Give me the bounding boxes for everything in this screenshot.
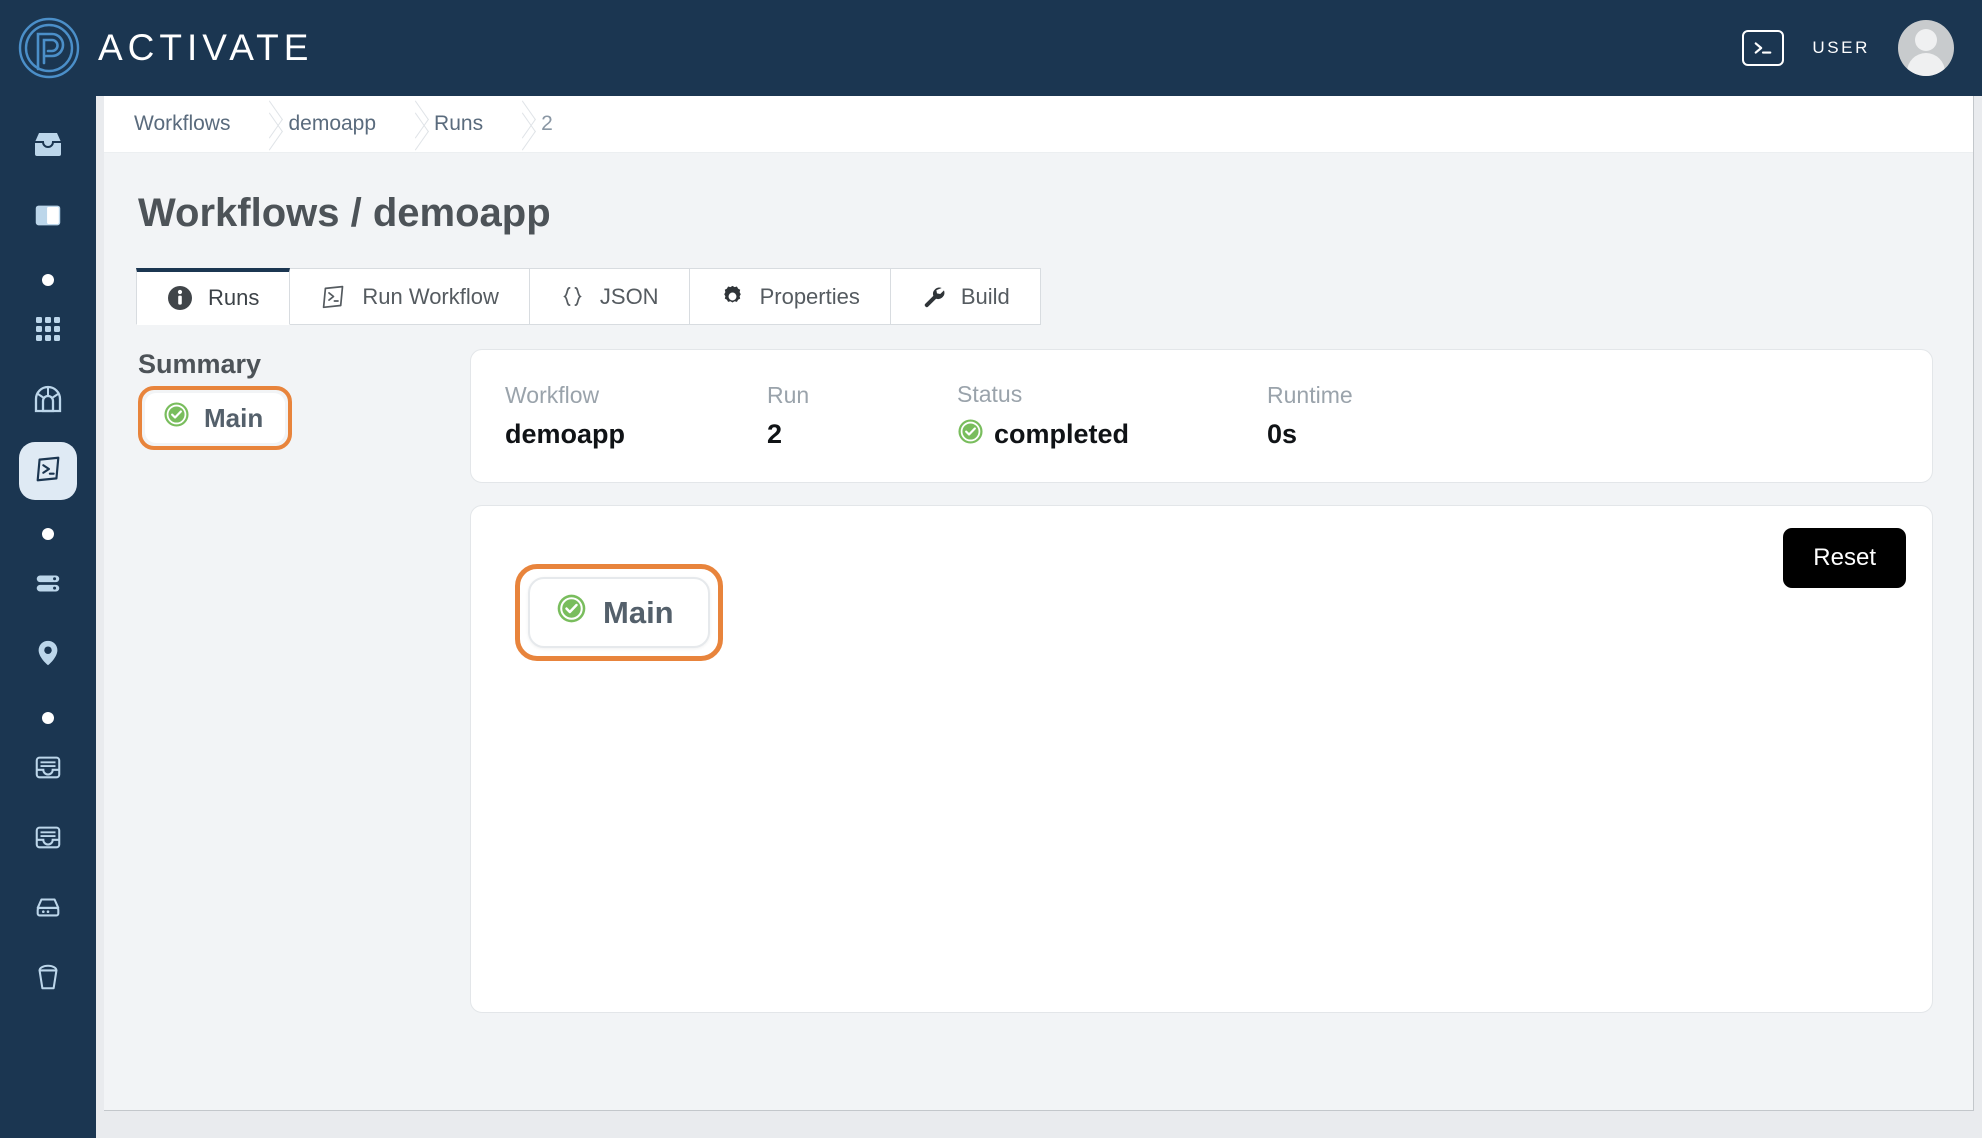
chevron-right-icon bbox=[256, 96, 282, 153]
archive-box-icon bbox=[33, 822, 63, 857]
tab-label: Properties bbox=[759, 283, 860, 309]
breadcrumb-item-workflows[interactable]: Workflows bbox=[128, 112, 256, 136]
tab-label: Run Workflow bbox=[362, 283, 499, 309]
inbox-icon bbox=[31, 128, 65, 167]
sidebar bbox=[0, 96, 96, 1138]
braces-icon bbox=[560, 284, 585, 309]
chevron-right-icon bbox=[509, 96, 535, 153]
grid-apps-icon bbox=[33, 314, 63, 349]
tab-run-workflow[interactable]: Run Workflow bbox=[290, 268, 530, 325]
chevron-right-icon bbox=[402, 96, 428, 153]
workflow-graph-card: Reset Main bbox=[470, 505, 1933, 1013]
runtime-field: Runtime 0s bbox=[1267, 382, 1353, 450]
content-area: Workflows demoapp Runs 2 Workflows / dem… bbox=[96, 96, 1982, 1138]
check-circle-icon bbox=[163, 401, 190, 435]
breadcrumb-item-runs[interactable]: Runs bbox=[428, 112, 509, 136]
main-panel: Workflows demoapp Runs 2 Workflows / dem… bbox=[104, 96, 1974, 1111]
run-label: Run bbox=[767, 382, 810, 408]
sidebar-item-bucket[interactable] bbox=[19, 950, 77, 1008]
tab-bar: Runs Run Workflow JSON Properties Build bbox=[136, 268, 1973, 325]
tab-json[interactable]: JSON bbox=[529, 268, 690, 325]
tab-label: JSON bbox=[599, 283, 659, 309]
info-circle-icon bbox=[167, 285, 193, 311]
user-label[interactable]: USER bbox=[1812, 38, 1870, 58]
run-detail-column: Workflow demoapp Run 2 Status completed … bbox=[470, 349, 1973, 1013]
graph-node-main[interactable]: Main bbox=[528, 577, 710, 648]
sidebar-item-inbox[interactable] bbox=[19, 118, 77, 176]
sidebar-item-panel[interactable] bbox=[19, 188, 77, 246]
graph-node-label: Main bbox=[603, 594, 674, 630]
tab-runs[interactable]: Runs bbox=[136, 268, 291, 325]
tab-label: Runs bbox=[208, 285, 260, 310]
workflow-value: demoapp bbox=[505, 419, 626, 449]
sidebar-item-archive-2[interactable] bbox=[19, 810, 77, 868]
status-value: completed bbox=[994, 419, 1130, 449]
sidebar-separator-dot bbox=[19, 696, 77, 740]
tab-build[interactable]: Build bbox=[890, 268, 1041, 325]
drive-icon bbox=[33, 892, 63, 927]
sidebar-item-location[interactable] bbox=[19, 626, 77, 684]
sidebar-item-tunnel[interactable] bbox=[19, 372, 77, 430]
status-label: Status bbox=[957, 380, 1023, 407]
runs-body: Summary Main Workflow demoapp Run 2 Stat… bbox=[104, 349, 1973, 1013]
run-value: 2 bbox=[767, 419, 783, 449]
sidebar-panel-icon bbox=[32, 199, 64, 236]
runtime-value: 0s bbox=[1267, 419, 1298, 449]
wrench-icon bbox=[921, 284, 946, 309]
server-icon bbox=[33, 568, 63, 603]
gear-icon bbox=[720, 284, 745, 309]
archive-box-icon bbox=[33, 752, 63, 787]
activate-spiral-logo bbox=[18, 17, 80, 79]
sidebar-item-drive[interactable] bbox=[19, 880, 77, 938]
top-bar: ACTIVATE USER bbox=[0, 0, 1982, 96]
breadcrumb: Workflows demoapp Runs 2 bbox=[104, 96, 1973, 153]
runtime-label: Runtime bbox=[1267, 382, 1353, 408]
summary-panel: Summary Main bbox=[120, 349, 470, 1013]
sidebar-item-apps[interactable] bbox=[19, 302, 77, 360]
summary-node-label: Main bbox=[204, 402, 264, 433]
page-title: Workflows / demoapp bbox=[138, 191, 551, 235]
check-circle-icon bbox=[556, 593, 587, 632]
run-info-card: Workflow demoapp Run 2 Status completed … bbox=[470, 349, 1933, 483]
summary-title: Summary bbox=[138, 349, 262, 379]
sidebar-item-server[interactable] bbox=[19, 556, 77, 614]
tunnel-icon bbox=[32, 383, 64, 420]
brand-name: ACTIVATE bbox=[98, 27, 314, 68]
workflow-field: Workflow demoapp bbox=[505, 382, 767, 450]
summary-node-highlight: Main bbox=[138, 386, 293, 450]
breadcrumb-item-demoapp[interactable]: demoapp bbox=[282, 112, 402, 136]
breadcrumb-item-run-number[interactable]: 2 bbox=[535, 112, 579, 136]
status-field: Status completed bbox=[957, 381, 1267, 452]
tab-properties[interactable]: Properties bbox=[689, 268, 891, 325]
sidebar-separator-dot bbox=[19, 258, 77, 302]
status-badge: completed bbox=[957, 418, 1267, 452]
avatar[interactable] bbox=[1898, 20, 1954, 76]
terminal-icon bbox=[320, 283, 347, 310]
brand[interactable]: ACTIVATE bbox=[18, 17, 313, 79]
sidebar-item-archive-1[interactable] bbox=[19, 740, 77, 798]
workflow-label: Workflow bbox=[505, 382, 600, 408]
reset-button[interactable]: Reset bbox=[1783, 528, 1906, 588]
sidebar-item-terminal[interactable] bbox=[19, 442, 77, 500]
terminal-icon[interactable] bbox=[1742, 30, 1785, 66]
bucket-icon bbox=[33, 962, 63, 997]
tab-label: Build bbox=[960, 283, 1010, 309]
graph-node-highlight: Main bbox=[515, 564, 723, 661]
check-circle-icon bbox=[957, 418, 984, 452]
location-pin-icon bbox=[33, 638, 63, 673]
terminal-icon bbox=[33, 454, 63, 489]
summary-node-main[interactable]: Main bbox=[145, 393, 286, 443]
sidebar-separator-dot bbox=[19, 512, 77, 556]
run-field: Run 2 bbox=[767, 382, 957, 450]
